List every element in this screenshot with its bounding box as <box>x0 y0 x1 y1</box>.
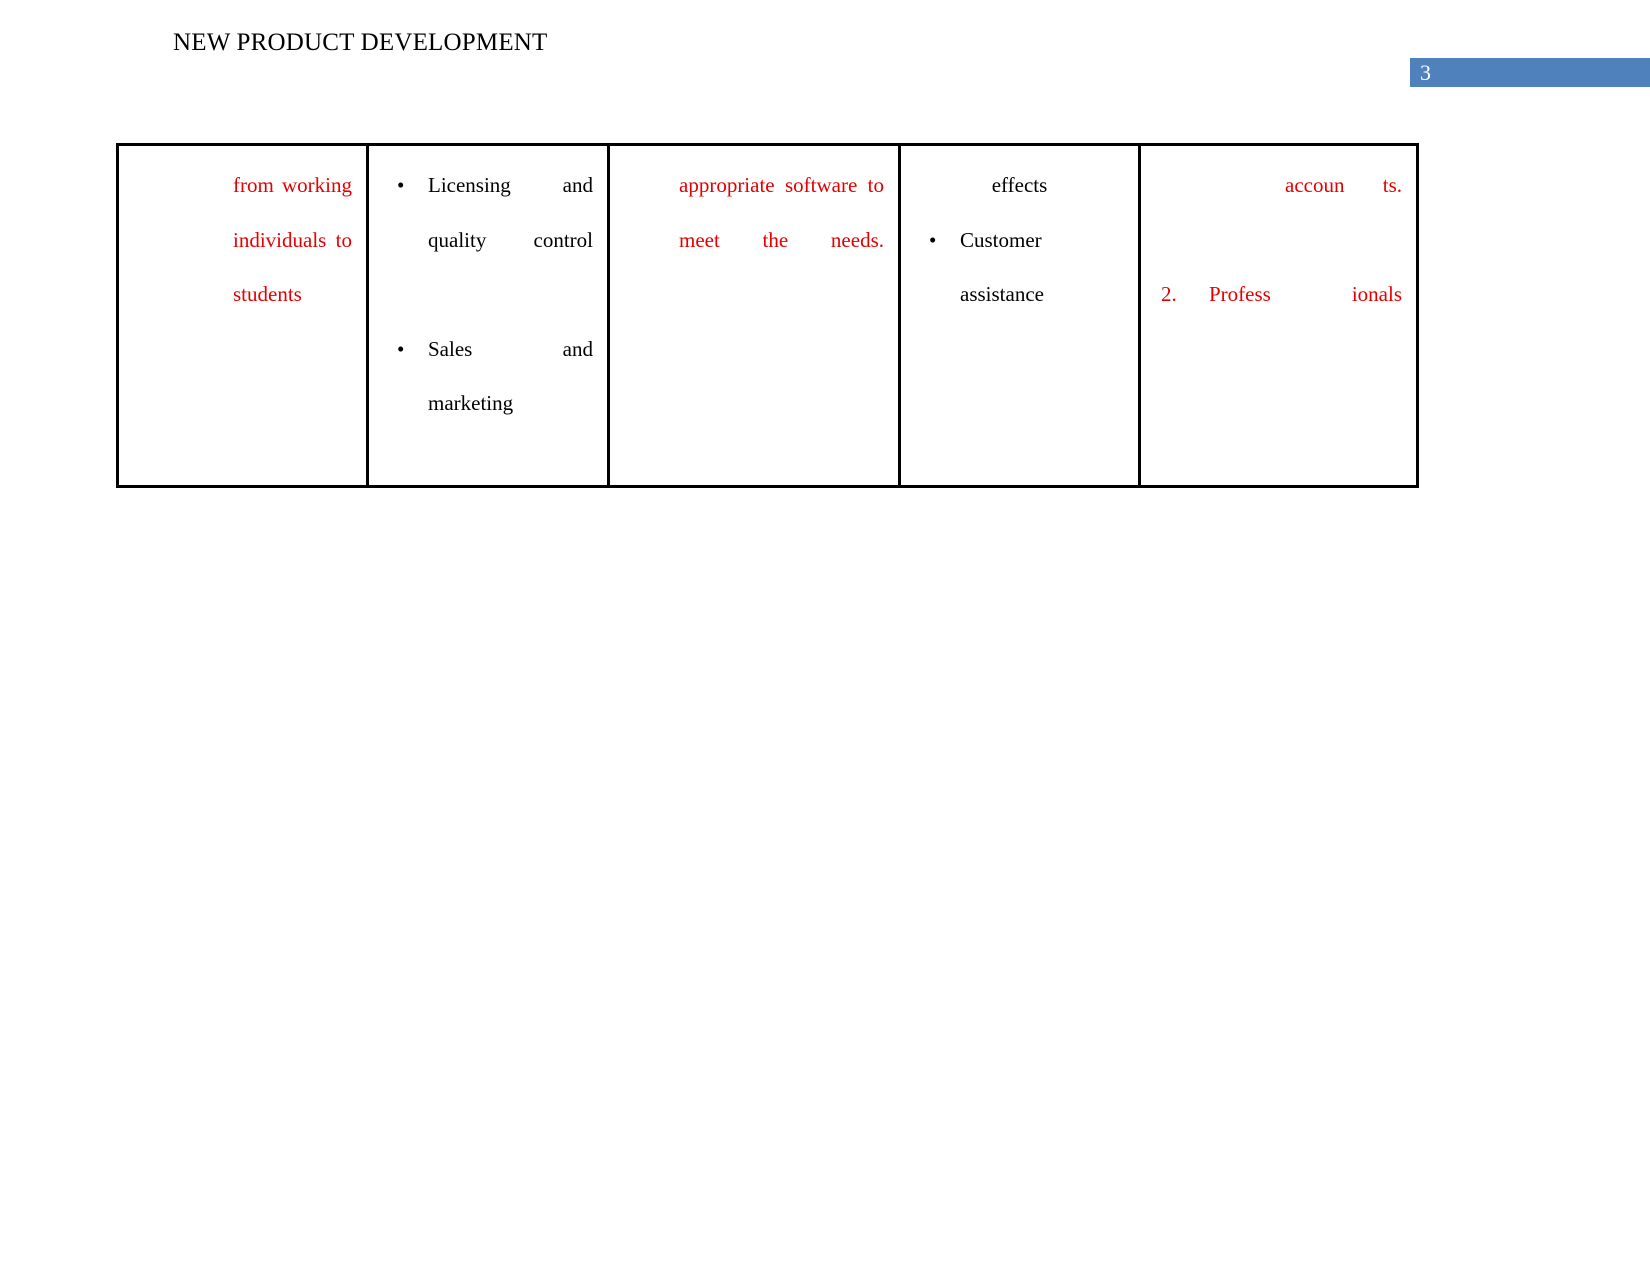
list-item-label: Licensing and quality control <box>428 173 593 252</box>
list-item-label: Profess ionals <box>1209 282 1402 306</box>
page-number-badge: 3 <box>1410 58 1650 87</box>
lead-line-column-4: effects <box>991 173 1048 197</box>
paragraph-column-1: from working individuals to students <box>233 173 352 306</box>
list-item-label: Customer assistance <box>960 227 1044 307</box>
paragraph-column-3: appropriate software to meet the needs. <box>679 173 884 252</box>
table-cell-column-2: • Licensing and quality control • Sales … <box>366 143 610 488</box>
list-item: • Licensing and quality control <box>383 158 593 322</box>
content-table: from working individuals to students • L… <box>116 143 1419 488</box>
numbered-list-column-5: 2. Profess ionals <box>1155 267 1402 376</box>
content-table-wrapper: from working individuals to students • L… <box>116 143 1419 488</box>
page-number-value: 3 <box>1420 59 1431 85</box>
bullet-icon: • <box>929 227 937 252</box>
cell-content-column-4: effects • Customer assistance <box>901 146 1138 376</box>
table-cell-column-5: accoun ts. 2. Profess ionals <box>1138 143 1419 488</box>
table-row: from working individuals to students • L… <box>116 143 1419 488</box>
table-cell-column-4: effects • Customer assistance <box>898 143 1141 488</box>
cell-content-column-5: accoun ts. 2. Profess ionals <box>1141 146 1416 376</box>
list-item: 2. Profess ionals <box>1155 267 1402 376</box>
list-item-label: Sales and marketing <box>428 336 593 416</box>
cell-content-column-3: appropriate software to meet the needs. <box>610 146 898 322</box>
list-item: • Customer assistance <box>915 213 1124 377</box>
bullet-icon: • <box>397 173 405 197</box>
list-item: • Sales and marketing <box>383 322 593 486</box>
list-marker: 2. <box>1161 282 1177 306</box>
paragraph-column-5: accoun ts. <box>1285 173 1402 197</box>
table-cell-column-3: appropriate software to meet the needs. <box>607 143 901 488</box>
bullet-list-column-4: • Customer assistance <box>915 213 1124 377</box>
page-title: NEW PRODUCT DEVELOPMENT <box>173 29 548 56</box>
bullet-icon: • <box>397 336 405 361</box>
cell-content-column-1: from working individuals to students <box>119 146 366 376</box>
bullet-list-column-2: • Licensing and quality control • Sales … <box>383 158 593 485</box>
table-cell-column-1: from working individuals to students <box>116 143 369 488</box>
cell-content-column-2: • Licensing and quality control • Sales … <box>369 146 607 485</box>
